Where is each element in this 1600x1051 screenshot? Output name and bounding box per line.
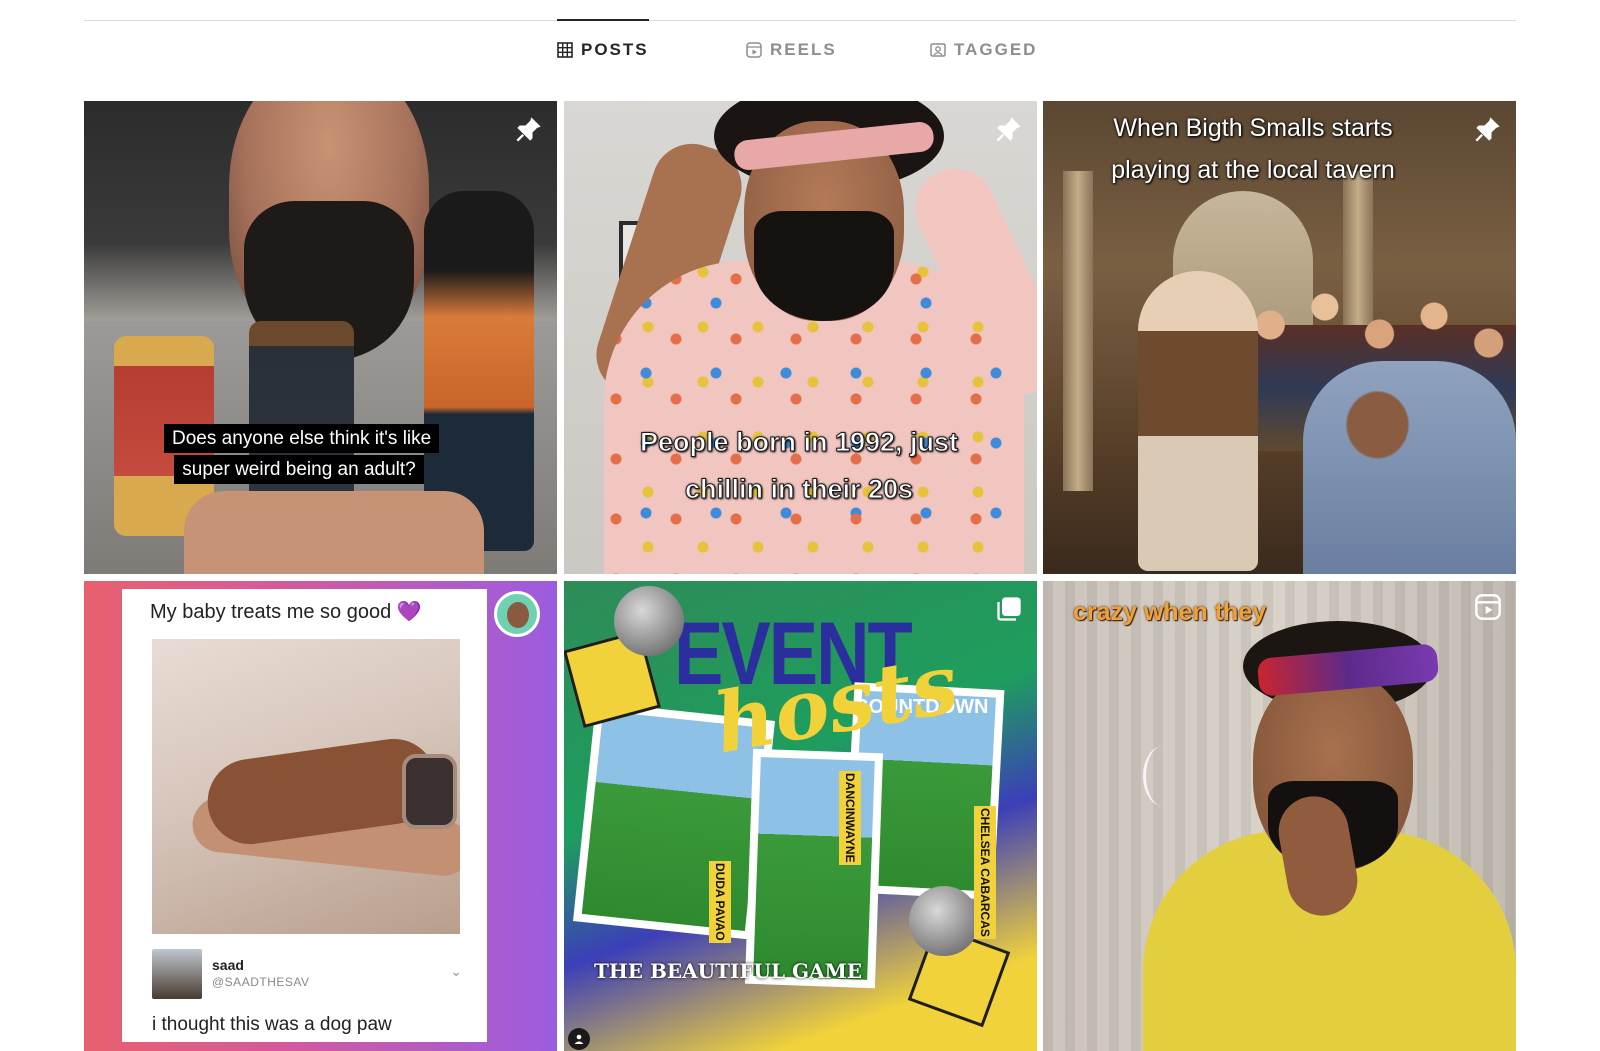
post-caption: crazy when they (1073, 598, 1267, 626)
post-tile-5[interactable]: EVENT COUNTDOWN hosts DUDA PAVAO DANCINW… (564, 581, 1037, 1051)
hands-photo (152, 639, 460, 934)
avatar (152, 949, 202, 999)
profile-posts-page: POSTS REELS TAGGED Does anyone else thin… (0, 0, 1600, 1051)
post-tile-4[interactable]: My baby treats me so good 💜 saad @SAADTH… (84, 581, 557, 1051)
post-tile-1[interactable]: Does anyone else think it's like super w… (84, 101, 557, 574)
host-name: DANCINWAYNE (839, 771, 861, 865)
card-caption: i thought this was a dog paw (152, 1014, 392, 1035)
painted-lady (1138, 271, 1258, 571)
man-in-blanket (1303, 361, 1516, 574)
host-name: DUDA PAVAO (709, 861, 731, 943)
reel-icon (1475, 594, 1501, 620)
column (1063, 171, 1093, 491)
tweet-user-row: saad @SAADTHESAV ⌄ (152, 949, 472, 999)
pin-icon (516, 117, 541, 142)
pin-icon (1475, 117, 1500, 142)
profile-tabs: POSTS REELS TAGGED (0, 19, 1600, 80)
reels-icon (746, 42, 762, 58)
brand-logo: THE BEAUTIFUL GAME (594, 959, 862, 983)
tab-reels-label: REELS (770, 40, 837, 59)
chevron-down-icon: ⌄ (450, 963, 462, 979)
post-tile-3[interactable]: When Bigth Smalls starts playing at the … (1043, 101, 1516, 574)
hands (184, 491, 484, 574)
card-title: My baby treats me so good 💜 (150, 601, 422, 623)
loading-spinner (1143, 746, 1183, 806)
wristwatch (402, 754, 457, 829)
post-tile-6[interactable]: crazy when they (1043, 581, 1516, 1051)
posts-grid: Does anyone else think it's like super w… (84, 101, 1516, 1051)
user-tag-icon[interactable] (568, 1028, 590, 1050)
pin-icon (996, 117, 1021, 142)
microphone (614, 586, 684, 656)
post-caption: People born in 1992, just chillin in the… (639, 427, 959, 505)
post-caption: When Bigth Smalls starts playing at the … (1111, 114, 1395, 184)
tab-posts[interactable]: POSTS (557, 19, 649, 79)
user-name: saad (212, 957, 244, 973)
microphone (909, 886, 979, 956)
post-caption: Does anyone else think it's like super w… (164, 423, 440, 485)
tweet-card: My baby treats me so good 💜 saad @SAADTH… (122, 589, 487, 1042)
tab-tagged-label: TAGGED (954, 40, 1038, 59)
tagged-icon (930, 43, 946, 57)
grid-icon (557, 42, 573, 58)
beard (754, 211, 894, 321)
tab-reels[interactable]: REELS (746, 20, 837, 80)
multiple-photos-icon (997, 597, 1021, 621)
host-name: CHELSEA CABARCAS (974, 806, 996, 939)
tab-tagged[interactable]: TAGGED (930, 20, 1037, 80)
post-tile-2[interactable]: People born in 1992, just chillin in the… (564, 101, 1037, 574)
avatar (494, 591, 540, 637)
host-photo (744, 748, 884, 989)
user-handle: @SAADTHESAV (212, 975, 310, 989)
tab-posts-label: POSTS (581, 40, 649, 59)
